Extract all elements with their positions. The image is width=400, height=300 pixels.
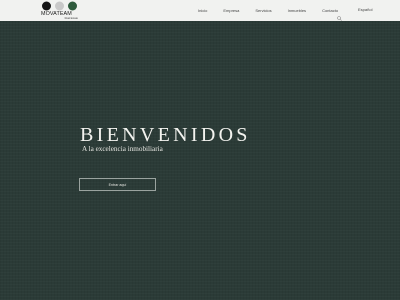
page: MOVATEAM Real Estate Inicio Empresa Serv… <box>0 0 400 300</box>
hero-section: BIENVENIDOS A la excelencia inmobiliaria… <box>0 21 400 300</box>
hero-subtitle: A la excelencia inmobiliaria <box>82 145 163 153</box>
logo-subtitle: Real Estate <box>64 17 78 20</box>
logo-circles-icon <box>42 1 77 11</box>
hero-title: BIENVENIDOS <box>80 124 251 146</box>
header: MOVATEAM Real Estate Inicio Empresa Serv… <box>0 0 400 21</box>
search-icon[interactable] <box>337 8 342 21</box>
main-nav: Inicio Empresa Servicios Inmuebles Conta… <box>190 0 338 21</box>
language-selector[interactable]: Español <box>358 7 372 13</box>
nav-item-contacto[interactable]: Contacto <box>322 8 338 14</box>
nav-item-servicios[interactable]: Servicios <box>255 8 271 14</box>
logo[interactable]: MOVATEAM Real Estate <box>41 1 81 20</box>
nav-item-inicio[interactable]: Inicio <box>198 8 207 14</box>
nav-item-inmuebles[interactable]: Inmuebles <box>288 8 306 14</box>
nav-item-empresa[interactable]: Empresa <box>223 8 239 14</box>
enter-button[interactable]: Entrar aquí <box>79 178 156 191</box>
